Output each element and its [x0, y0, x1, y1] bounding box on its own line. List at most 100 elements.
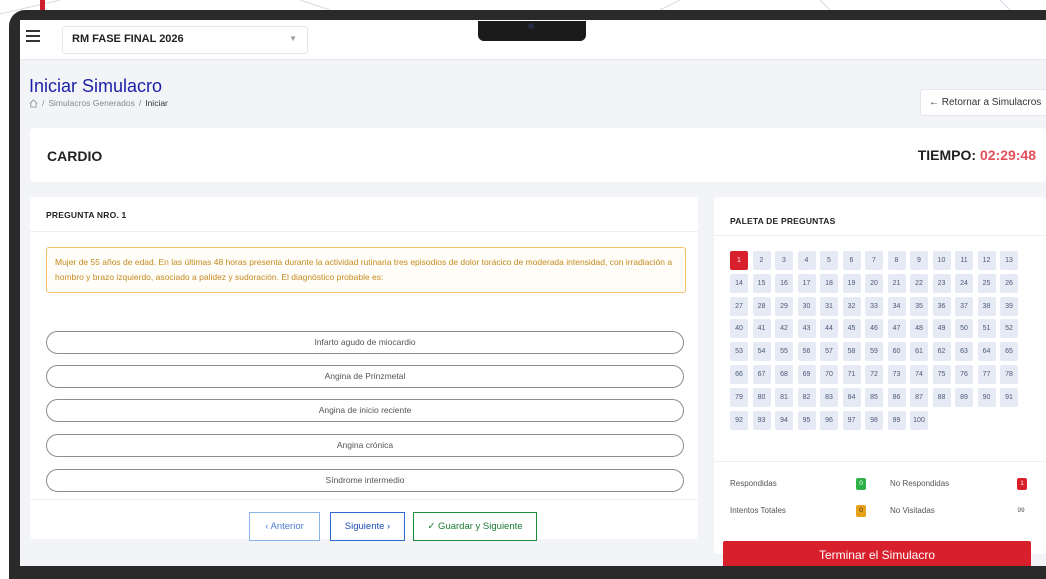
palette-question-78[interactable]: 78 [1000, 364, 1018, 384]
palette-question-99[interactable]: 99 [887, 410, 906, 430]
palette-question-63[interactable]: 63 [955, 342, 973, 362]
palette-question-10[interactable]: 10 [932, 251, 951, 270]
palette-question-23[interactable]: 23 [932, 273, 951, 293]
palette-question-24[interactable]: 24 [955, 273, 973, 293]
palette-question-100[interactable]: 100 [910, 410, 928, 430]
hamburger-menu-icon[interactable] [26, 30, 40, 42]
palette-question-13[interactable]: 13 [1000, 251, 1018, 270]
palette-question-98[interactable]: 98 [865, 410, 883, 430]
palette-question-3[interactable]: 3 [775, 251, 793, 270]
palette-question-64[interactable]: 64 [977, 342, 996, 362]
answer-option[interactable]: Infarto agudo de miocardio [46, 331, 684, 354]
previous-button[interactable]: ‹ Anterior [249, 512, 320, 541]
palette-question-83[interactable]: 83 [820, 387, 838, 407]
answer-option[interactable]: Síndrome intermedio [46, 469, 684, 492]
palette-question-96[interactable]: 96 [820, 410, 838, 430]
palette-question-2[interactable]: 2 [752, 251, 771, 270]
palette-question-22[interactable]: 22 [910, 273, 928, 293]
palette-question-43[interactable]: 43 [797, 319, 816, 339]
palette-question-60[interactable]: 60 [887, 342, 906, 362]
palette-question-26[interactable]: 26 [1000, 273, 1018, 293]
palette-question-37[interactable]: 37 [955, 296, 973, 316]
palette-question-55[interactable]: 55 [775, 342, 793, 362]
palette-question-6[interactable]: 6 [842, 251, 861, 270]
palette-question-35[interactable]: 35 [910, 296, 928, 316]
palette-question-30[interactable]: 30 [797, 296, 816, 316]
palette-question-19[interactable]: 19 [842, 273, 861, 293]
palette-question-41[interactable]: 41 [752, 319, 771, 339]
palette-question-65[interactable]: 65 [1000, 342, 1018, 362]
palette-question-45[interactable]: 45 [842, 319, 861, 339]
palette-question-85[interactable]: 85 [865, 387, 883, 407]
palette-question-8[interactable]: 8 [887, 251, 906, 270]
palette-question-81[interactable]: 81 [775, 387, 793, 407]
palette-question-82[interactable]: 82 [797, 387, 816, 407]
palette-question-52[interactable]: 52 [1000, 319, 1018, 339]
palette-question-91[interactable]: 91 [1000, 387, 1018, 407]
palette-question-18[interactable]: 18 [820, 273, 838, 293]
palette-question-47[interactable]: 47 [887, 319, 906, 339]
palette-question-32[interactable]: 32 [842, 296, 861, 316]
palette-question-94[interactable]: 94 [775, 410, 793, 430]
palette-question-53[interactable]: 53 [730, 342, 748, 362]
palette-question-70[interactable]: 70 [820, 364, 838, 384]
home-icon[interactable] [29, 98, 38, 108]
palette-question-46[interactable]: 46 [865, 319, 883, 339]
palette-question-84[interactable]: 84 [842, 387, 861, 407]
palette-question-42[interactable]: 42 [775, 319, 793, 339]
palette-question-76[interactable]: 76 [955, 364, 973, 384]
palette-question-80[interactable]: 80 [752, 387, 771, 407]
palette-question-25[interactable]: 25 [977, 273, 996, 293]
breadcrumb-simulacros[interactable]: Simulacros Generados [48, 98, 134, 108]
palette-question-36[interactable]: 36 [932, 296, 951, 316]
palette-question-38[interactable]: 38 [977, 296, 996, 316]
palette-question-72[interactable]: 72 [865, 364, 883, 384]
palette-question-69[interactable]: 69 [797, 364, 816, 384]
palette-question-79[interactable]: 79 [730, 387, 748, 407]
palette-question-50[interactable]: 50 [955, 319, 973, 339]
palette-question-75[interactable]: 75 [932, 364, 951, 384]
palette-question-67[interactable]: 67 [752, 364, 771, 384]
answer-option[interactable]: Angina de inicio reciente [46, 399, 684, 422]
palette-question-1[interactable]: 1 [730, 251, 748, 270]
palette-question-9[interactable]: 9 [910, 251, 928, 270]
palette-question-90[interactable]: 90 [977, 387, 996, 407]
palette-question-71[interactable]: 71 [842, 364, 861, 384]
save-and-next-button[interactable]: ✓ Guardar y Siguiente [413, 512, 537, 541]
palette-question-74[interactable]: 74 [910, 364, 928, 384]
palette-question-73[interactable]: 73 [887, 364, 906, 384]
palette-question-61[interactable]: 61 [910, 342, 928, 362]
palette-question-31[interactable]: 31 [820, 296, 838, 316]
palette-question-29[interactable]: 29 [775, 296, 793, 316]
palette-question-28[interactable]: 28 [752, 296, 771, 316]
palette-question-14[interactable]: 14 [730, 273, 748, 293]
next-button[interactable]: Siguiente › [330, 512, 405, 541]
palette-question-77[interactable]: 77 [977, 364, 996, 384]
palette-question-92[interactable]: 92 [730, 410, 748, 430]
palette-question-57[interactable]: 57 [820, 342, 838, 362]
palette-question-58[interactable]: 58 [842, 342, 861, 362]
palette-question-11[interactable]: 11 [955, 251, 973, 270]
palette-question-4[interactable]: 4 [797, 251, 816, 270]
palette-question-54[interactable]: 54 [752, 342, 771, 362]
palette-question-21[interactable]: 21 [887, 273, 906, 293]
palette-question-27[interactable]: 27 [730, 296, 748, 316]
palette-question-17[interactable]: 17 [797, 273, 816, 293]
palette-question-59[interactable]: 59 [865, 342, 883, 362]
palette-question-68[interactable]: 68 [775, 364, 793, 384]
answer-option[interactable]: Angina de Prinzmetal [46, 365, 684, 388]
exam-select[interactable]: RM FASE FINAL 2026 ▼ [62, 26, 308, 54]
palette-question-56[interactable]: 56 [797, 342, 816, 362]
palette-question-62[interactable]: 62 [932, 342, 951, 362]
palette-question-93[interactable]: 93 [752, 410, 771, 430]
palette-question-49[interactable]: 49 [932, 319, 951, 339]
palette-question-20[interactable]: 20 [865, 273, 883, 293]
palette-question-44[interactable]: 44 [820, 319, 838, 339]
palette-question-39[interactable]: 39 [1000, 296, 1018, 316]
palette-question-34[interactable]: 34 [887, 296, 906, 316]
palette-question-89[interactable]: 89 [955, 387, 973, 407]
palette-question-86[interactable]: 86 [887, 387, 906, 407]
palette-question-12[interactable]: 12 [977, 251, 996, 270]
palette-question-40[interactable]: 40 [730, 319, 748, 339]
palette-question-66[interactable]: 66 [730, 364, 748, 384]
